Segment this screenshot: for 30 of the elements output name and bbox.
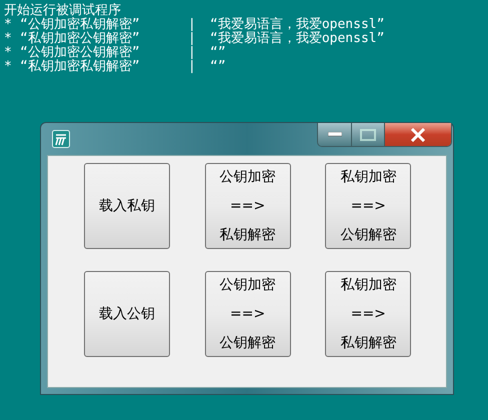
bullet: * (4, 18, 13, 32)
action-button[interactable]: 载入私钥 (84, 163, 170, 249)
action-button[interactable]: 私钥加密 ==> 公钥解密 (325, 163, 412, 249)
app-icon (52, 130, 70, 148)
bullet: * (4, 32, 13, 46)
console-line: 开始运行被调试程序 (4, 4, 121, 18)
minimize-button[interactable] (318, 123, 352, 146)
action-button[interactable]: 公钥加密 ==> 私钥解密 (204, 163, 291, 249)
console-value: “” (210, 60, 226, 74)
console-label: “公钥加密私钥解密” (20, 18, 141, 32)
console-value: “” (210, 46, 226, 60)
separator: | (188, 46, 197, 60)
console-label: “私钥加密私钥解密” (20, 60, 141, 74)
separator: | (188, 32, 197, 46)
console-label: “公钥加密公钥解密” (20, 46, 141, 60)
maximize-icon (360, 128, 376, 140)
close-icon (410, 128, 426, 142)
minimize-icon (328, 132, 342, 137)
separator: | (188, 60, 197, 74)
maximize-button[interactable] (352, 123, 385, 146)
action-button[interactable]: 载入公钥 (84, 271, 170, 357)
action-button[interactable]: 公钥加密 ==> 公钥解密 (204, 271, 291, 357)
bullet: * (4, 60, 13, 74)
bullet: * (4, 46, 13, 60)
separator: | (188, 18, 197, 32)
action-button[interactable]: 私钥加密 ==> 私钥解密 (325, 271, 412, 357)
console-value: “我爱易语言，我爱openssl” (210, 18, 384, 32)
close-button[interactable] (385, 123, 451, 146)
console-value: “我爱易语言，我爱openssl” (210, 32, 384, 46)
console-label: “私钥加密公钥解密” (20, 32, 141, 46)
